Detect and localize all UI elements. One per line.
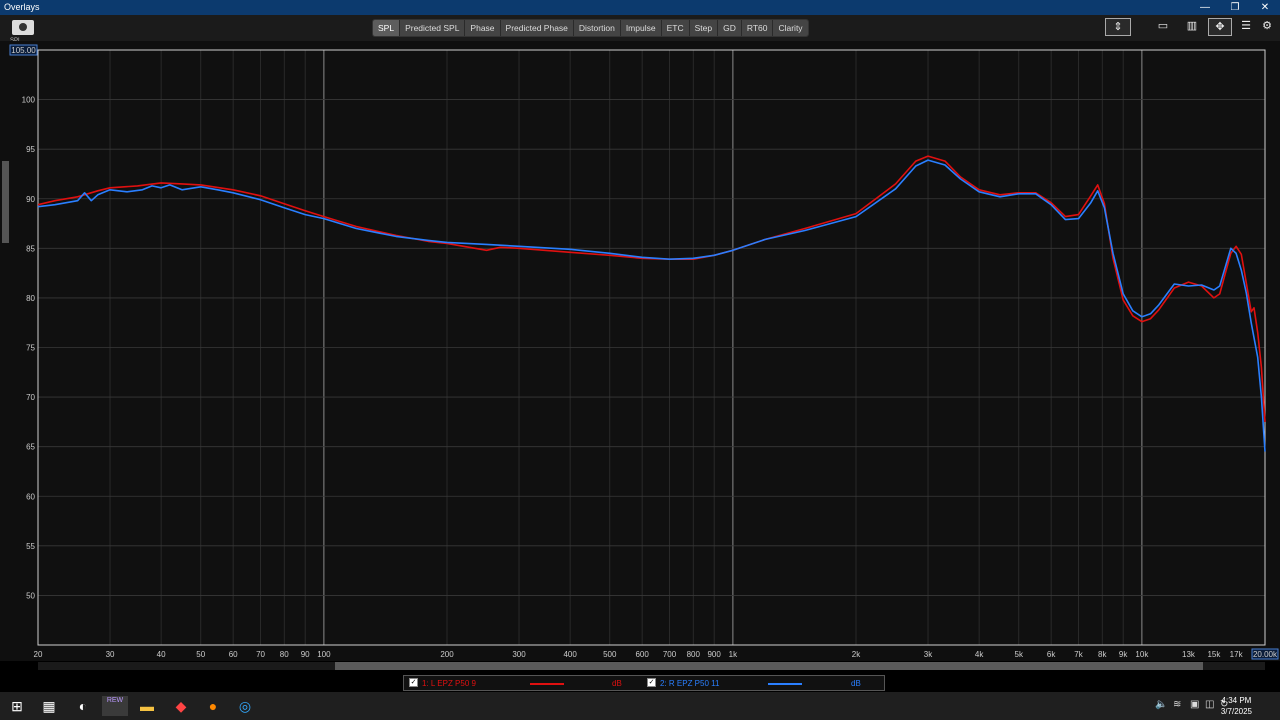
x-tick-label: 900 [707, 650, 721, 659]
tab-impulse[interactable]: Impulse [620, 20, 662, 36]
y-tick-label: 65 [26, 443, 35, 452]
legend-label-1: 1: L EPZ P50 9 [422, 679, 476, 688]
x-tick-label: 4k [975, 650, 984, 659]
x-tick-label: 500 [603, 650, 617, 659]
app-icon[interactable]: ◐ [72, 696, 94, 716]
window-titlebar: Overlays — ❐ ✕ [0, 0, 1280, 15]
clock-date: 3/7/2025 [1220, 707, 1252, 716]
vertical-scroll-thumb [2, 161, 9, 243]
rew-label: REW [106, 697, 124, 704]
tab-distortion[interactable]: Distortion [573, 20, 621, 36]
x-tick-label: 8k [1098, 650, 1107, 659]
minimize-button[interactable]: — [1190, 0, 1220, 15]
maximize-button[interactable]: ❐ [1220, 0, 1250, 15]
x-tick-label: 70 [256, 650, 265, 659]
tab-phase[interactable]: Phase [465, 20, 501, 36]
legend-checkbox-1[interactable]: ✓ [409, 678, 418, 687]
legend-unit-1: dB [612, 679, 622, 688]
x-tick-label: 10k [1135, 650, 1149, 659]
clock-time: 4:34 PM [1221, 696, 1252, 705]
horizontal-scrollbar[interactable] [38, 662, 1265, 670]
window-title: Overlays [4, 2, 40, 12]
firefox-icon[interactable]: ● [202, 696, 224, 716]
x-tick-label: 80 [280, 650, 289, 659]
x-tick-label: 400 [563, 650, 577, 659]
x-tick-label: 9k [1119, 650, 1128, 659]
system-tray-icon[interactable]: ▣ [1190, 699, 1199, 710]
rew-app-icon[interactable]: REW [102, 696, 128, 716]
x-tick-label: 60 [229, 650, 238, 659]
wifi-icon[interactable]: ≋ [1173, 699, 1181, 710]
y-tick-label: 90 [26, 195, 35, 204]
legend-line-2 [768, 683, 802, 685]
tab-predicted-spl[interactable]: Predicted SPL [400, 20, 466, 36]
x-tick-label: 50 [196, 650, 205, 659]
file-explorer-icon[interactable]: ▬ [136, 696, 158, 716]
x-tick-label: 30 [106, 650, 115, 659]
x-tick-label: 6k [1047, 650, 1056, 659]
x-tick-label: 15k [1207, 650, 1221, 659]
x-tick-label: 17k [1230, 650, 1244, 659]
tab-gd[interactable]: GD [718, 20, 742, 36]
legend-label-2: 2: R EPZ P50 11 [660, 679, 720, 688]
edge-icon[interactable]: ◎ [234, 696, 256, 716]
chart-svg: 50 55 60 65 70 75 80 85 90 95 100 20 30 40 50 60 70 80 90 1… [2, 44, 1279, 660]
x-max-readout: 20.00k [1253, 650, 1278, 659]
security-icon[interactable]: ◫ [1205, 699, 1214, 710]
taskbar-clock[interactable]: 4:34 PM 3/7/2025 [1221, 695, 1252, 717]
tab-spl[interactable]: SPL [373, 20, 401, 36]
graph-toolbar: SPL SPL Predicted SPL Phase Predicted Ph… [0, 15, 1280, 44]
app-red-icon[interactable]: ◆ [170, 696, 192, 716]
calculator-icon[interactable]: ▦ [38, 696, 60, 716]
tab-etc[interactable]: ETC [661, 20, 690, 36]
legend-panel: ✓ 1: L EPZ P50 9 dB ✓ 2: R EPZ P50 11 dB [403, 675, 885, 691]
taskbar: ⊞ ▦ ◐ REW ▬ ◆ ● ◎ 🔈 ≋ ▣ ◫ ↻ 4:34 PM 3/7/… [0, 692, 1280, 720]
x-tick-label: 700 [663, 650, 677, 659]
x-tick-label: 7k [1074, 650, 1083, 659]
monitor-icon[interactable]: ▭ [1150, 18, 1176, 36]
y-tick-label: 100 [22, 96, 36, 105]
y-tick-label: 95 [26, 145, 35, 154]
y-tick-label: 70 [26, 393, 35, 402]
x-tick-label: 3k [924, 650, 933, 659]
close-button[interactable]: ✕ [1250, 0, 1280, 15]
x-tick-label: 600 [635, 650, 649, 659]
windows-start-icon[interactable]: ⊞ [6, 696, 28, 716]
x-tick-label: 90 [301, 650, 310, 659]
tab-predicted-phase[interactable]: Predicted Phase [500, 20, 574, 36]
legend-unit-2: dB [851, 679, 861, 688]
speaker-icon[interactable]: 🔈 [1155, 699, 1167, 710]
y-max-readout: 105.00 [11, 46, 36, 55]
x-tick-label: 13k [1182, 650, 1196, 659]
legend-line-1 [530, 683, 564, 685]
frequency-response-plot[interactable]: 50 55 60 65 70 75 80 85 90 95 100 20 30 40 50 60 70 80 90 1… [0, 41, 1280, 661]
tab-rt60[interactable]: RT60 [741, 20, 774, 36]
x-tick-label: 40 [157, 650, 166, 659]
x-tick-label: 2k [852, 650, 861, 659]
fit-all-icon[interactable]: ✥ [1208, 18, 1232, 36]
legend-checkbox-2[interactable]: ✓ [647, 678, 656, 687]
graph-type-tabs: SPL Predicted SPL Phase Predicted Phase … [372, 19, 809, 37]
x-tick-label: 1k [729, 650, 738, 659]
y-tick-label: 80 [26, 294, 35, 303]
x-tick-label: 20 [34, 650, 43, 659]
x-tick-label: 300 [512, 650, 526, 659]
y-tick-label: 75 [26, 344, 35, 353]
tab-step[interactable]: Step [689, 20, 719, 36]
list-icon[interactable]: ☰ [1237, 18, 1255, 36]
columns-icon[interactable]: ▥ [1180, 18, 1204, 36]
y-tick-label: 85 [26, 244, 35, 253]
vertical-zoom-icon[interactable]: ⇕ [1105, 18, 1131, 36]
scrollbar-thumb[interactable] [335, 662, 1203, 670]
tab-clarity[interactable]: Clarity [773, 20, 808, 36]
y-tick-label: 60 [26, 492, 35, 501]
y-tick-label: 55 [26, 542, 35, 551]
x-tick-label: 100 [317, 650, 331, 659]
x-tick-label: 5k [1015, 650, 1024, 659]
x-tick-label: 800 [687, 650, 701, 659]
y-tick-label: 50 [26, 591, 35, 600]
gear-icon[interactable]: ⚙ [1258, 18, 1276, 36]
camera-icon[interactable] [12, 20, 34, 35]
x-tick-label: 200 [440, 650, 454, 659]
